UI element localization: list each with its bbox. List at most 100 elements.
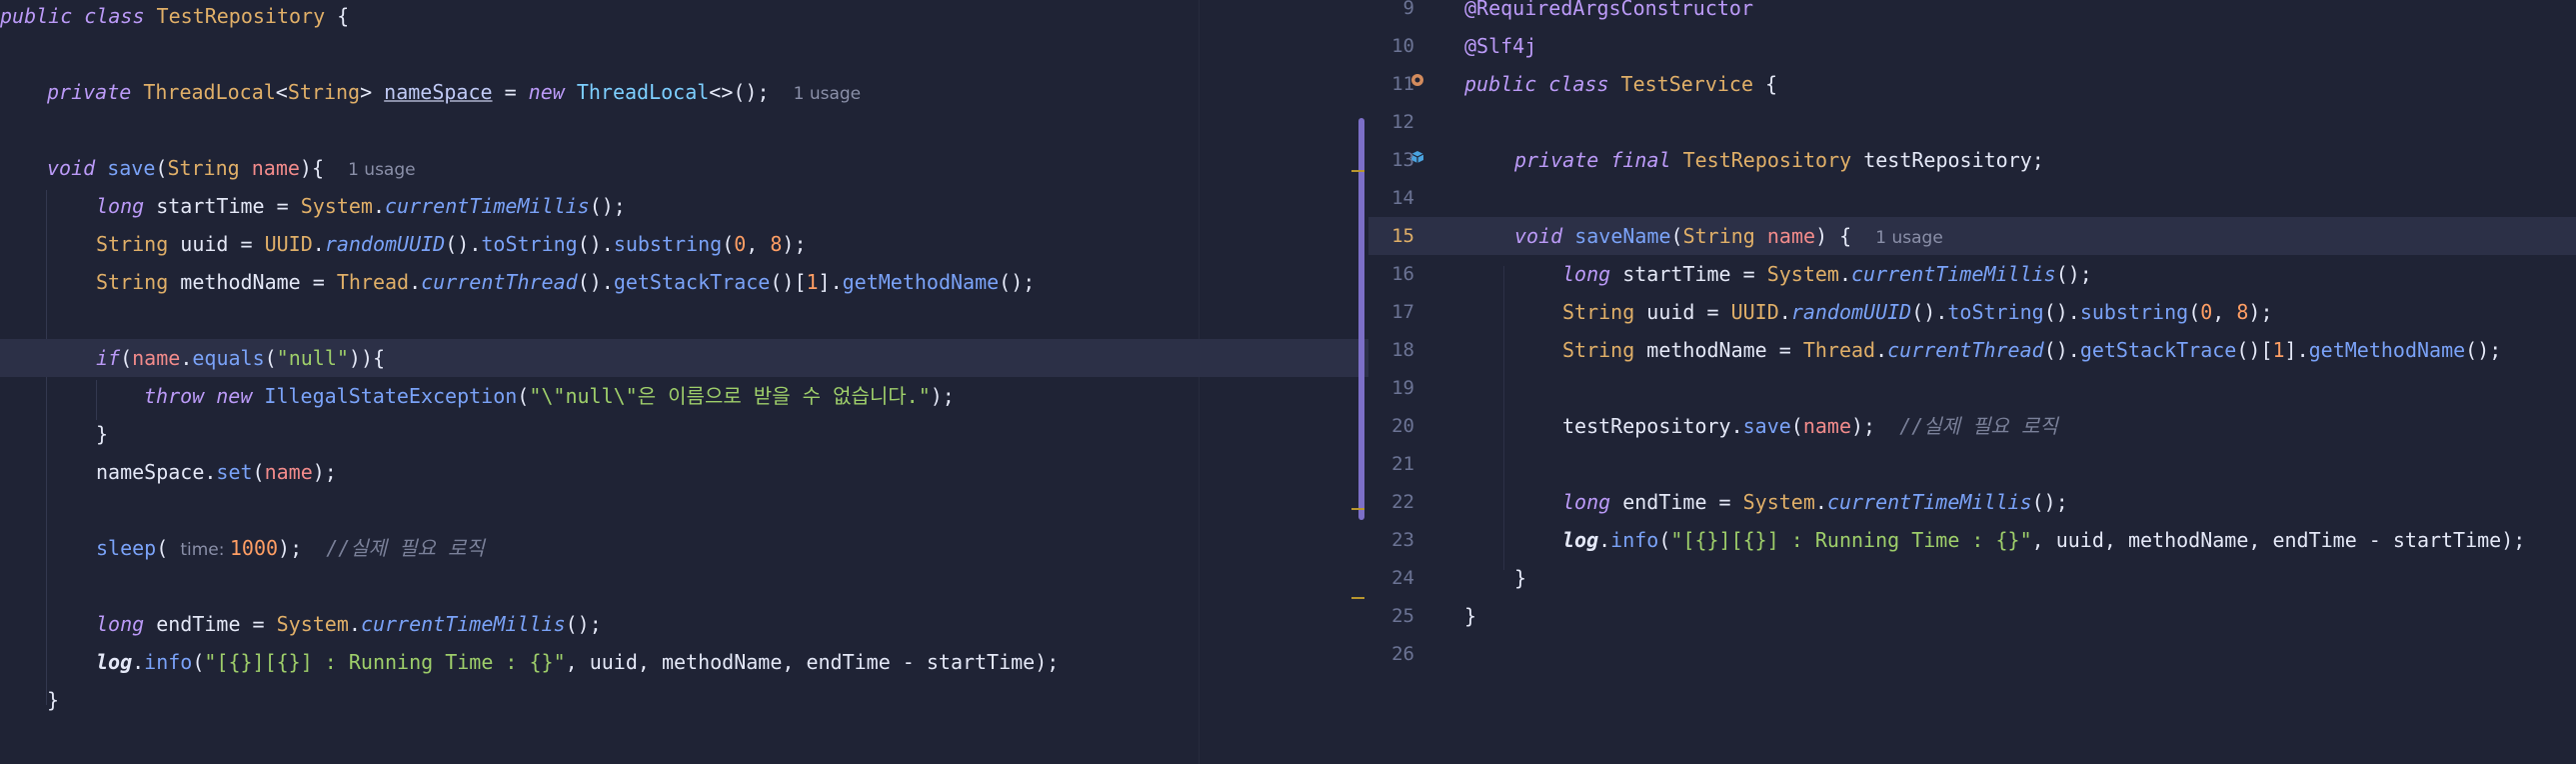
- code-token: ().: [2043, 338, 2080, 362]
- code-token: info: [1610, 528, 1659, 552]
- code-line-text: @RequiredArgsConstructor: [1464, 0, 1753, 27]
- code-line[interactable]: void save(String name){ 1 usage: [0, 149, 1368, 187]
- code-line[interactable]: 18 String methodName = Thread.currentThre…: [1368, 331, 2576, 369]
- code-token: .: [132, 650, 145, 674]
- code-line[interactable]: 16 long startTime = System.currentTimeMil…: [1368, 255, 2576, 293]
- code-line[interactable]: sleep( time: 1000); //실제 필요 로직: [0, 529, 1368, 567]
- code-token: currentThread: [1887, 338, 2044, 362]
- right-editor-pane[interactable]: 9 @RequiredArgsConstructor 10 @Slf4j 11 publi…: [1368, 0, 2576, 764]
- code-line[interactable]: 21: [1368, 445, 2576, 483]
- code-line[interactable]: String uuid = UUID.randomUUID().toString…: [0, 225, 1368, 263]
- code-line[interactable]: 23 log.info("[{}][{}] : Running Time : {}…: [1368, 521, 2576, 559]
- code-line-text: log.info("[{}][{}] : Running Time : {}",…: [1562, 521, 2525, 559]
- code-token: ].: [2284, 338, 2309, 362]
- code-line[interactable]: public class TestRepository {: [0, 0, 1368, 35]
- code-line[interactable]: 22 long endTime = System.currentTimeMilli…: [1368, 483, 2576, 521]
- code-line[interactable]: 17 String uuid = UUID.randomUUID().toStri…: [1368, 293, 2576, 331]
- inlay-hint[interactable]: time:: [180, 540, 230, 560]
- code-token: ,: [2212, 300, 2237, 324]
- code-line[interactable]: long startTime = System.currentTimeMilli…: [0, 187, 1368, 225]
- code-token: 0: [2200, 300, 2213, 324]
- code-line-text: @Slf4j: [1464, 27, 1536, 65]
- code-token: IllegalStateException: [264, 384, 518, 408]
- code-token: }: [96, 422, 109, 446]
- code-line-text: String uuid = UUID.randomUUID().toString…: [1562, 293, 2273, 331]
- inlay-hint[interactable]: 1 usage: [1875, 228, 1943, 248]
- code-line[interactable]: 19: [1368, 369, 2576, 407]
- code-token: throw new: [144, 384, 265, 408]
- code-line-text: long startTime = System.currentTimeMilli…: [1562, 255, 2092, 293]
- code-line[interactable]: 12: [1368, 103, 2576, 141]
- code-token: substring: [613, 232, 723, 256]
- code-token: ThreadLocal: [143, 80, 276, 104]
- code-line[interactable]: 10 @Slf4j: [1368, 27, 2576, 65]
- code-token: UUID: [264, 232, 313, 256]
- code-token: {: [1765, 72, 1778, 96]
- inlay-hint[interactable]: 1 usage: [794, 84, 862, 104]
- code-token: saveName: [1574, 224, 1671, 248]
- code-line[interactable]: 9 @RequiredArgsConstructor: [1368, 0, 2576, 27]
- code-token: void: [47, 156, 108, 180]
- code-line[interactable]: 14: [1368, 179, 2576, 217]
- line-number: 23: [1391, 529, 1414, 551]
- code-token: ();: [589, 194, 626, 218]
- code-token: .: [1875, 338, 1888, 362]
- code-token: 1: [806, 270, 819, 294]
- code-token: log: [96, 650, 133, 674]
- code-line[interactable]: 26: [1368, 635, 2576, 673]
- code-line-text: String uuid = UUID.randomUUID().toString…: [96, 225, 807, 263]
- code-line[interactable]: [0, 111, 1368, 149]
- code-comment: //실제 필요 로직: [326, 536, 485, 560]
- code-line-text: public class TestRepository {: [0, 0, 349, 35]
- code-token: {: [337, 4, 350, 28]
- code-line[interactable]: [0, 35, 1368, 73]
- code-line[interactable]: long endTime = System.currentTimeMillis(…: [0, 605, 1368, 643]
- code-line-text: nameSpace.set(name);: [96, 453, 337, 491]
- code-line[interactable]: 24}: [1368, 559, 2576, 597]
- code-token: .: [312, 232, 325, 256]
- code-token: methodName =: [1646, 338, 1803, 362]
- inlay-hint[interactable]: 1 usage: [348, 160, 416, 180]
- code-line[interactable]: }: [0, 415, 1368, 453]
- code-token: .: [1838, 262, 1852, 286]
- code-line[interactable]: throw new IllegalStateException("\"null\…: [0, 377, 1368, 415]
- code-token: public class: [1464, 72, 1621, 96]
- code-line-text: void saveName(String name) { 1 usage: [1514, 217, 1943, 257]
- code-token: (: [192, 650, 205, 674]
- code-token: System: [1766, 262, 1839, 286]
- code-token: save: [1742, 414, 1791, 438]
- code-line[interactable]: String methodName = Thread.currentThread…: [0, 263, 1368, 301]
- code-line[interactable]: [0, 491, 1368, 529]
- code-line[interactable]: 20 testRepository.save(name); //실제 필요 로직: [1368, 407, 2576, 445]
- code-token: 1000: [229, 536, 279, 560]
- code-token: ();: [999, 270, 1036, 294]
- code-token: 8: [2236, 300, 2249, 324]
- code-line[interactable]: }: [0, 681, 1368, 719]
- code-line[interactable]: nameSpace.set(name);: [0, 453, 1368, 491]
- code-line[interactable]: [0, 301, 1368, 339]
- line-number: 25: [1391, 605, 1414, 627]
- code-token: System: [300, 194, 373, 218]
- code-line-text: public class TestService {: [1464, 65, 1777, 103]
- code-line[interactable]: private ThreadLocal<String> nameSpace = …: [0, 73, 1368, 111]
- change-marker: [1351, 170, 1364, 172]
- code-token: (: [722, 232, 735, 256]
- line-number: 20: [1391, 415, 1414, 437]
- scrollbar-thumb[interactable]: [1358, 118, 1364, 520]
- code-line[interactable]: if(name.equals("null")){: [0, 339, 1368, 377]
- code-line[interactable]: 11 public class TestService {: [1368, 65, 2576, 103]
- code-token: , uuid, methodName, endTime - startTime)…: [2031, 528, 2526, 552]
- code-line-text: long startTime = System.currentTimeMilli…: [96, 187, 626, 225]
- code-token: ().: [1911, 300, 1948, 324]
- code-line[interactable]: 25}: [1368, 597, 2576, 635]
- code-line-text: String methodName = Thread.currentThread…: [96, 263, 1035, 301]
- code-line[interactable]: 13 private final TestRepository testRepos…: [1368, 141, 2576, 179]
- left-editor-pane[interactable]: public class TestRepository { private Thr…: [0, 0, 1368, 764]
- code-token: ();: [2055, 262, 2092, 286]
- code-token: "[{}][{}] : Running Time : {}": [1670, 528, 2032, 552]
- code-line[interactable]: [0, 567, 1368, 605]
- code-token: methodName =: [180, 270, 337, 294]
- code-line[interactable]: log.info("[{}][{}] : Running Time : {}",…: [0, 643, 1368, 681]
- code-token: );: [2248, 300, 2273, 324]
- code-line[interactable]: 15 void saveName(String name) { 1 usage: [1368, 217, 2576, 255]
